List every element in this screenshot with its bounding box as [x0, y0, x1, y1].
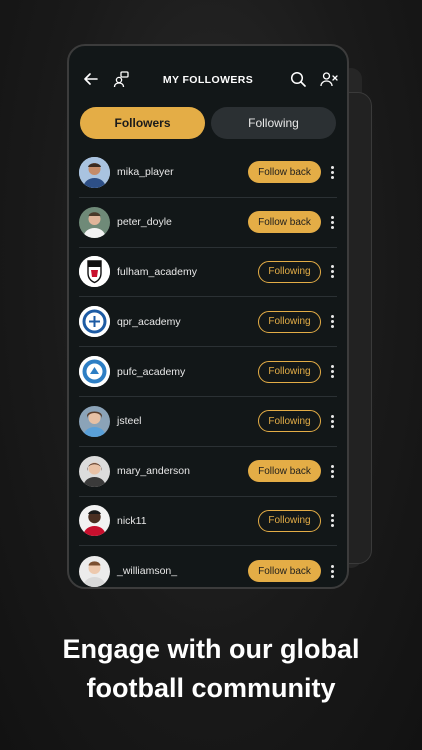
header: MY FOLLOWERS	[69, 46, 347, 114]
list-item[interactable]: peter_doyle Follow back	[79, 198, 337, 248]
list-item[interactable]: mary_anderson Follow back	[79, 447, 337, 497]
list-item[interactable]: pufc_academy Following	[79, 347, 337, 397]
following-button[interactable]: Following	[258, 360, 321, 383]
following-button[interactable]: Following	[258, 310, 321, 333]
more-options-icon[interactable]	[329, 414, 335, 428]
more-options-icon[interactable]	[329, 365, 335, 379]
list-item[interactable]: fulham_academy Following	[79, 248, 337, 298]
username: peter_doyle	[117, 216, 172, 229]
caption-line-1: Engage with our global	[62, 634, 360, 664]
qpr-crest-icon	[79, 306, 110, 338]
following-button[interactable]: Following	[258, 260, 321, 283]
follow-back-button[interactable]: Follow back	[248, 161, 321, 184]
username: qpr_academy	[117, 315, 181, 328]
peterborough-crest-icon	[79, 356, 110, 388]
username: _williamson_	[117, 565, 178, 578]
following-button[interactable]: Following	[258, 410, 321, 433]
more-options-icon[interactable]	[329, 215, 335, 229]
more-options-icon[interactable]	[329, 464, 335, 478]
tab-followers[interactable]: Followers	[80, 107, 205, 139]
username: jsteel	[117, 415, 142, 428]
username: mary_anderson	[117, 465, 190, 478]
followers-list: mika_player Follow back peter_doyle Foll…	[79, 148, 337, 587]
username: fulham_academy	[117, 265, 197, 278]
fulham-crest-icon	[79, 256, 110, 288]
user-remove-icon[interactable]	[320, 70, 338, 88]
follow-back-button[interactable]: Follow back	[248, 460, 321, 483]
avatar	[79, 455, 110, 487]
following-button[interactable]: Following	[258, 509, 321, 532]
list-item[interactable]: _williamson_ Follow back	[79, 546, 337, 587]
phone-screen: MY FOLLOWERS Followers Following mika_pl…	[67, 44, 349, 589]
avatar	[79, 505, 110, 537]
more-options-icon[interactable]	[329, 165, 335, 179]
avatar	[79, 206, 110, 238]
promo-caption: Engage with our global football communit…	[0, 630, 422, 708]
more-options-icon[interactable]	[329, 265, 335, 279]
list-item[interactable]: jsteel Following	[79, 397, 337, 447]
avatar	[79, 555, 110, 587]
more-options-icon[interactable]	[329, 315, 335, 329]
more-options-icon[interactable]	[329, 564, 335, 578]
search-icon[interactable]	[289, 70, 307, 88]
avatar	[79, 405, 110, 437]
tab-bar: Followers Following	[80, 107, 336, 139]
avatar	[79, 156, 110, 188]
more-options-icon[interactable]	[329, 514, 335, 528]
username: pufc_academy	[117, 365, 186, 378]
caption-line-2: football community	[86, 673, 336, 703]
follow-back-button[interactable]: Follow back	[248, 560, 321, 583]
username: nick11	[117, 514, 147, 527]
list-item[interactable]: mika_player Follow back	[79, 148, 337, 198]
username: mika_player	[117, 166, 174, 179]
follow-back-button[interactable]: Follow back	[248, 211, 321, 234]
tab-following[interactable]: Following	[211, 107, 336, 139]
list-item[interactable]: nick11 Following	[79, 497, 337, 547]
list-item[interactable]: qpr_academy Following	[79, 297, 337, 348]
